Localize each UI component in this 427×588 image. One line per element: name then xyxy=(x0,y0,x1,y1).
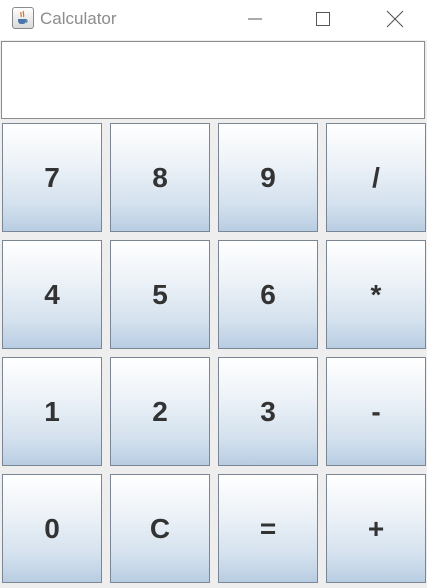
key-multiply[interactable]: * xyxy=(326,240,426,349)
key-9[interactable]: 9 xyxy=(218,123,318,232)
key-2[interactable]: 2 xyxy=(110,357,210,466)
title-bar[interactable]: Calculator xyxy=(0,0,427,40)
key-8[interactable]: 8 xyxy=(110,123,210,232)
key-4[interactable]: 4 xyxy=(2,240,102,349)
calculator-window: Calculator 7 8 9 / 4 5 6 * 1 2 3 - 0 C =… xyxy=(0,0,427,588)
key-0[interactable]: 0 xyxy=(2,474,102,583)
maximize-icon xyxy=(316,12,330,26)
close-button[interactable] xyxy=(372,0,418,38)
key-divide[interactable]: / xyxy=(326,123,426,232)
key-7[interactable]: 7 xyxy=(2,123,102,232)
key-5[interactable]: 5 xyxy=(110,240,210,349)
key-1[interactable]: 1 xyxy=(2,357,102,466)
key-3[interactable]: 3 xyxy=(218,357,318,466)
window-title: Calculator xyxy=(40,9,117,28)
key-subtract[interactable]: - xyxy=(326,357,426,466)
key-add[interactable]: + xyxy=(326,474,426,583)
key-clear[interactable]: C xyxy=(110,474,210,583)
minimize-button[interactable] xyxy=(232,0,278,38)
java-cup-icon[interactable] xyxy=(12,7,34,29)
minimize-icon xyxy=(248,18,262,20)
key-equals[interactable]: = xyxy=(218,474,318,583)
keypad: 7 8 9 / 4 5 6 * 1 2 3 - 0 C = + xyxy=(0,122,427,588)
close-icon xyxy=(386,10,404,28)
display-field[interactable] xyxy=(1,41,425,119)
key-6[interactable]: 6 xyxy=(218,240,318,349)
maximize-button[interactable] xyxy=(300,0,346,38)
